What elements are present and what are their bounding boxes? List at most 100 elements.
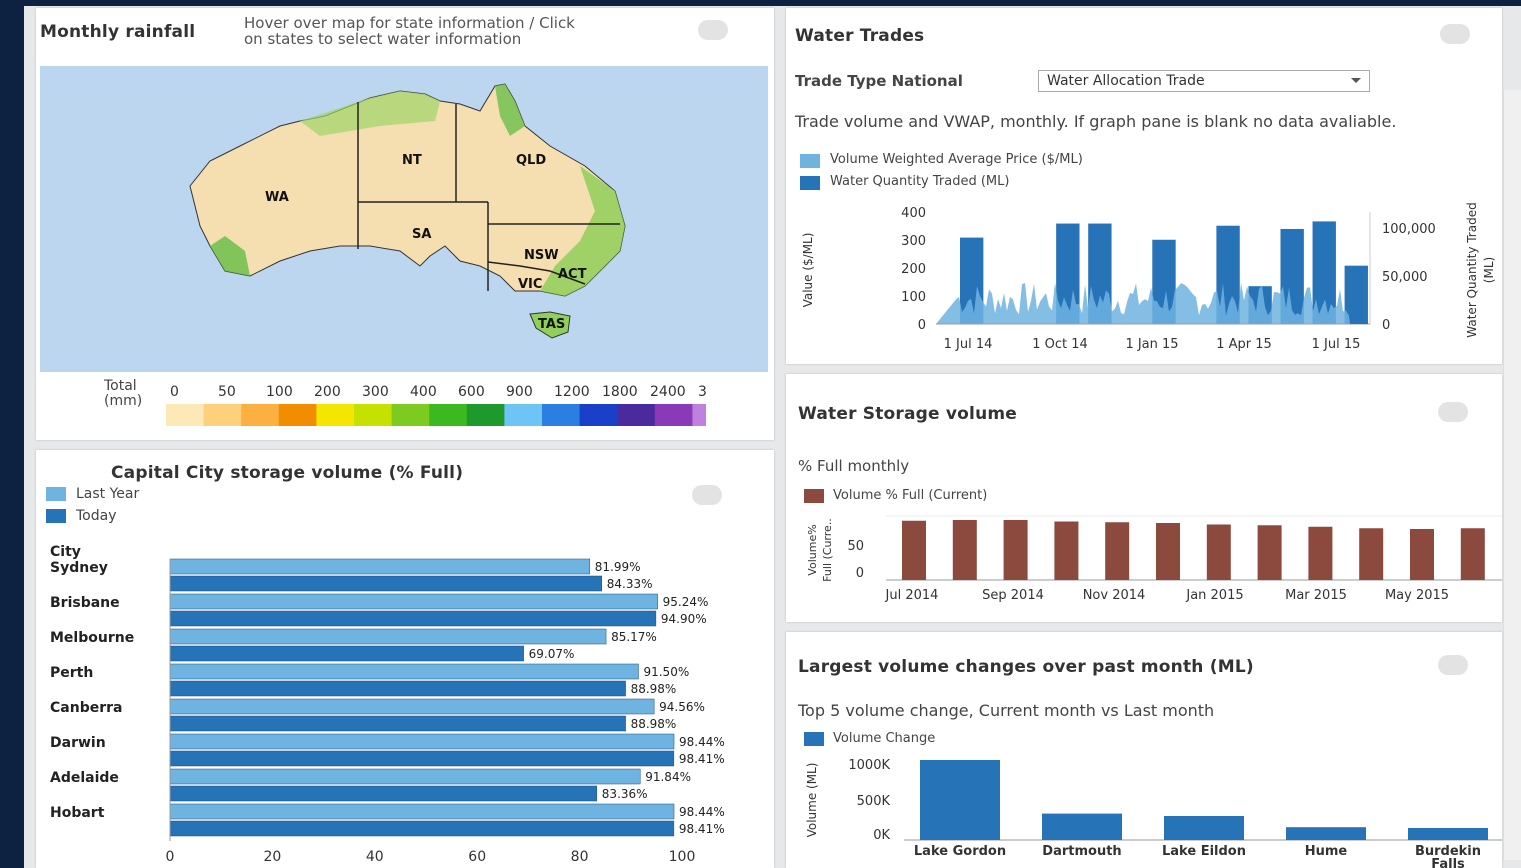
capital-info-icon[interactable] <box>692 485 722 505</box>
city-bar <box>169 680 626 697</box>
storage-chart: 50 0 Volume% Full (Curre.. Jul 2014 Sep 2014 N… <box>806 515 1502 603</box>
storage-bar <box>1257 525 1282 580</box>
legend-swatch-today <box>46 509 66 523</box>
legend-tick: 1200 <box>554 384 590 400</box>
chevron-down-icon <box>1351 78 1361 83</box>
x-tick-label: 20 <box>263 849 281 865</box>
bar-value-label: 84.33% <box>607 577 653 591</box>
city-bar <box>169 733 675 750</box>
bar-value-label: 88.98% <box>631 717 677 731</box>
y-tick-label: 50 <box>847 539 864 554</box>
legend-swatch-quantity <box>800 176 820 190</box>
city-bar <box>169 593 658 610</box>
legend-label-vwap: Volume Weighted Average Price ($/ML) <box>830 152 1083 167</box>
rainfall-title: Monthly rainfall <box>40 22 196 42</box>
y-left-tick: 0 <box>918 318 926 333</box>
x-tick-label: Sep 2014 <box>982 588 1044 603</box>
bar-value-label: 83.36% <box>602 787 648 801</box>
city-bar <box>169 575 603 592</box>
city-bar <box>169 785 598 802</box>
bar-value-label: 94.90% <box>661 612 707 626</box>
right-scrollbar[interactable] <box>1503 90 1521 860</box>
rainfall-panel: Monthly rainfall Hover over map for stat… <box>36 8 774 440</box>
changes-subtitle: Top 5 volume change, Current month vs La… <box>798 701 1215 720</box>
legend-tick: 0 <box>170 384 179 400</box>
change-bar <box>1408 828 1488 840</box>
y-axis-title-1: Volume% <box>806 524 819 575</box>
storage-bar <box>952 520 977 580</box>
legend-label-last-year: Last Year <box>76 486 140 502</box>
city-label: Sydney <box>50 560 108 576</box>
rainfall-hint-line2: on states to select water information <box>244 30 522 48</box>
state-label-qld: QLD <box>516 153 546 168</box>
legend-color-bin <box>542 404 581 426</box>
x-tick-label: Jul 2014 <box>885 588 939 603</box>
bar-value-label: 81.99% <box>595 560 641 574</box>
city-label: Hobart <box>50 805 105 821</box>
storage-bar <box>1206 524 1231 580</box>
y-axis-title-2: Full (Curre.. <box>821 518 834 582</box>
city-label: Perth <box>50 665 93 681</box>
city-bar <box>169 558 591 575</box>
change-bar <box>1286 827 1366 840</box>
city-label: Darwin <box>50 735 106 751</box>
x-tick-label: 1 Jul 14 <box>944 337 993 352</box>
bar-value-label: 94.56% <box>659 700 705 714</box>
state-label-nsw: NSW <box>524 248 559 263</box>
legend-tick: 320 <box>698 384 706 400</box>
state-label-act: ACT <box>558 267 587 282</box>
city-label: Adelaide <box>50 770 119 786</box>
bar-value-label: 98.44% <box>679 735 725 749</box>
trades-info-icon[interactable] <box>1440 24 1470 44</box>
trades-chart: 400 300 200 100 0 100,000 50,000 0 Value ($/ML) W… <box>801 202 1496 352</box>
state-label-tas: TAS <box>538 317 565 332</box>
legend-color-bin <box>579 404 618 426</box>
legend-tick: 900 <box>506 384 533 400</box>
trades-panel: Water Trades Trade Type National Water A… <box>786 8 1502 364</box>
city-bar <box>169 610 657 627</box>
legend-swatch-last-year <box>46 487 66 501</box>
city-bar <box>169 803 675 820</box>
y-right-tick: 50,000 <box>1382 270 1428 285</box>
changes-info-icon[interactable] <box>1438 655 1468 675</box>
legend-label-change: Volume Change <box>833 731 936 746</box>
storage-bar <box>1054 521 1079 580</box>
x-tick-label: 80 <box>571 849 589 865</box>
rainfall-info-icon[interactable] <box>698 20 728 40</box>
storage-bar <box>1003 520 1028 580</box>
x-tick-label: Dartmouth <box>1042 844 1121 859</box>
storage-info-icon[interactable] <box>1438 402 1468 422</box>
x-tick-label: 60 <box>468 849 486 865</box>
legend-color-bin <box>241 404 280 426</box>
y-right-axis-title-1: Water Quantity Traded <box>1465 202 1479 337</box>
trades-title: Water Trades <box>795 26 925 46</box>
bar-value-label: 85.17% <box>611 630 657 644</box>
city-label: Brisbane <box>50 595 120 611</box>
x-tick-label: Lake Gordon <box>914 844 1006 859</box>
legend-color-bin <box>354 404 393 426</box>
bar-value-label: 69.07% <box>529 647 575 661</box>
city-bar <box>169 645 524 662</box>
legend-tick: 100 <box>266 384 293 400</box>
change-bar <box>1042 813 1122 840</box>
trade-type-select[interactable]: Water Allocation Trade <box>1038 70 1370 92</box>
legend-tick: 1800 <box>602 384 638 400</box>
city-label: Melbourne <box>50 630 134 646</box>
australia-map[interactable]: WA NT QLD SA NSW ACT VIC TAS <box>40 66 768 372</box>
storage-bar <box>1410 529 1434 580</box>
y-axis-title: Volume (ML) <box>805 763 819 838</box>
bar-value-label: 98.41% <box>679 822 725 836</box>
trades-subtitle: Trade volume and VWAP, monthly. If graph… <box>795 112 1397 131</box>
x-tick-label: Mar 2015 <box>1285 588 1347 603</box>
storage-bar <box>902 520 926 580</box>
bar-value-label: 98.41% <box>679 752 725 766</box>
x-tick-label: Lake Eildon <box>1162 844 1246 859</box>
storage-title: Water Storage volume <box>798 404 1018 424</box>
x-tick-label: 1 Oct 14 <box>1032 337 1088 352</box>
y-left-axis-title: Value ($/ML) <box>801 233 815 308</box>
legend-swatch-storage <box>804 489 824 503</box>
state-label-wa: WA <box>265 190 289 205</box>
x-tick-label: 100 <box>669 849 696 865</box>
city-label: Canberra <box>50 700 122 716</box>
storage-bar <box>1308 526 1333 580</box>
